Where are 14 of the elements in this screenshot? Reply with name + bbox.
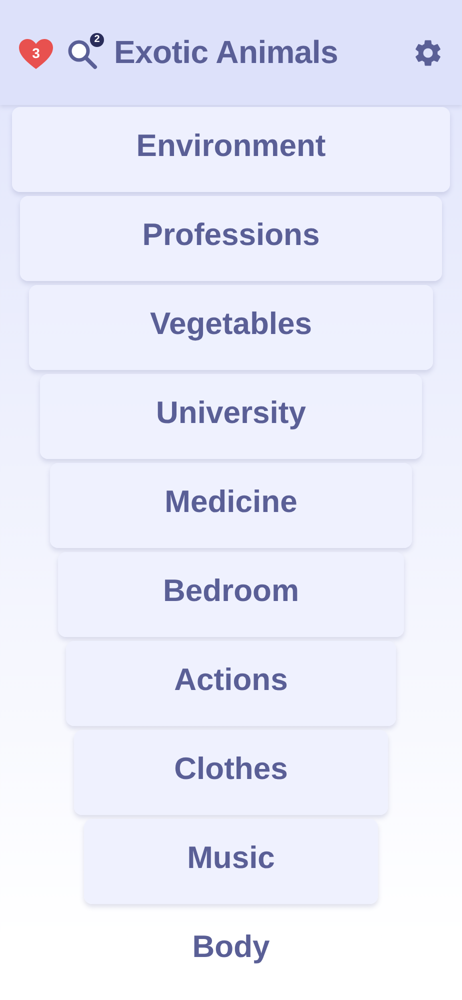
category-button[interactable]: Music — [84, 819, 378, 904]
page-title: Exotic Animals — [114, 34, 340, 71]
category-button[interactable]: Body — [84, 908, 378, 993]
category-button[interactable]: Environment — [12, 107, 450, 192]
category-button[interactable]: Bedroom — [58, 552, 404, 637]
lives-count: 3 — [31, 44, 41, 60]
category-button[interactable]: Professions — [20, 196, 442, 281]
category-button[interactable]: Actions — [66, 641, 396, 726]
category-button[interactable]: University — [40, 374, 422, 459]
category-button[interactable]: Vegetables — [29, 285, 433, 370]
category-button[interactable]: Clothes — [74, 730, 388, 815]
category-button[interactable]: Medicine — [50, 463, 412, 548]
lives-heart-icon[interactable]: 3 — [18, 38, 54, 70]
hint-count: 2 — [90, 32, 104, 46]
